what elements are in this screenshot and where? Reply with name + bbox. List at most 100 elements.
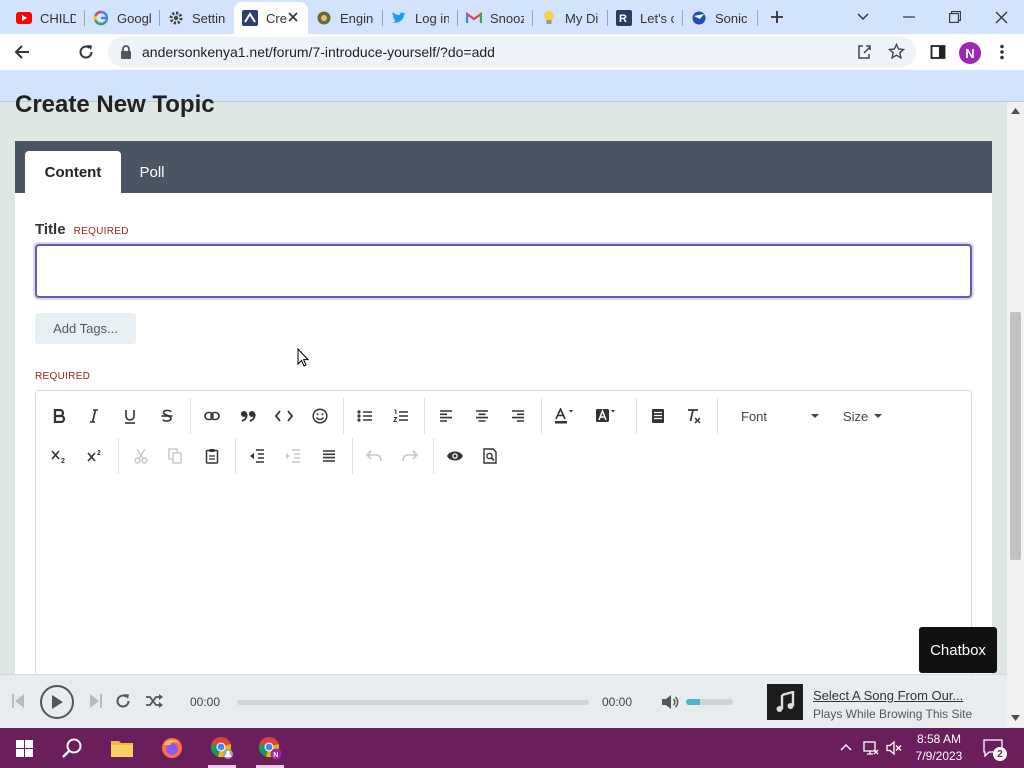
tab-title: Let's c xyxy=(640,10,674,26)
firefox-button[interactable] xyxy=(148,728,196,768)
scroll-thumb[interactable] xyxy=(1010,312,1021,560)
volume-slider[interactable] xyxy=(686,699,733,705)
next-track-button[interactable] xyxy=(90,694,102,708)
editor-toolbar-row-2: 2 2 xyxy=(36,436,971,476)
font-dropdown-label: Font xyxy=(741,408,768,424)
start-button[interactable] xyxy=(0,728,48,768)
insert-table-button[interactable] xyxy=(644,402,672,430)
tab-lets[interactable]: R Let's c xyxy=(608,4,682,32)
align-center-button[interactable] xyxy=(468,402,496,430)
scroll-up-icon[interactable] xyxy=(1011,108,1020,114)
undo-button[interactable] xyxy=(360,442,388,470)
chrome-profile-button[interactable]: N xyxy=(246,728,294,768)
song-title-link[interactable]: Select A Song From Our... xyxy=(813,688,963,703)
tab-sonic[interactable]: Sonic xyxy=(683,4,757,32)
title-input[interactable] xyxy=(35,244,972,298)
font-dropdown[interactable]: Font xyxy=(741,402,820,430)
show-hidden-icons-icon[interactable] xyxy=(840,743,852,751)
redo-button[interactable] xyxy=(396,442,424,470)
svg-text:2: 2 xyxy=(61,458,65,463)
close-tab-icon[interactable] xyxy=(286,10,300,24)
scroll-down-icon[interactable] xyxy=(1011,715,1020,721)
add-tags-button[interactable]: Add Tags... xyxy=(35,313,136,344)
album-art[interactable] xyxy=(767,684,803,720)
minimize-icon xyxy=(903,16,915,18)
tab-engine[interactable]: Engine xyxy=(308,4,382,32)
address-bar[interactable]: andersonkenya1.net/forum/7-introduce-you… xyxy=(108,37,916,67)
tab-twitter[interactable]: Log in xyxy=(383,4,457,32)
volume-button[interactable] xyxy=(661,694,679,710)
tab-gmail[interactable]: Snooz xyxy=(458,4,532,32)
bookmark-star-icon[interactable] xyxy=(888,43,905,60)
file-explorer-button[interactable] xyxy=(98,728,146,768)
justify-button[interactable] xyxy=(315,442,343,470)
tab-create-topic[interactable]: Cre xyxy=(234,2,308,34)
editor-body[interactable] xyxy=(36,479,971,679)
title-label-text: Title xyxy=(35,221,66,238)
bold-button[interactable] xyxy=(45,402,73,430)
tab-my-diary[interactable]: My Di xyxy=(533,4,607,32)
page-scrollbar[interactable] xyxy=(1007,102,1024,727)
close-window-button[interactable] xyxy=(978,0,1024,34)
preview-document-button[interactable] xyxy=(476,442,504,470)
search-button[interactable] xyxy=(48,728,96,768)
tab-content[interactable]: Content xyxy=(25,151,121,193)
strikethrough-button[interactable] xyxy=(153,402,181,430)
code-button[interactable] xyxy=(270,402,298,430)
play-button[interactable] xyxy=(40,685,74,719)
repeat-button[interactable] xyxy=(115,693,131,709)
copy-icon xyxy=(168,448,182,464)
tab-search-button[interactable] xyxy=(840,0,886,34)
back-button[interactable] xyxy=(8,38,36,66)
bulleted-list-button[interactable] xyxy=(351,402,379,430)
speaker-muted-icon[interactable] xyxy=(886,740,902,756)
subscript-button[interactable]: 2 xyxy=(45,442,73,470)
tab-child[interactable]: CHILD xyxy=(8,4,84,32)
gmail-icon xyxy=(466,10,482,26)
numbered-list-button[interactable] xyxy=(387,402,415,430)
quote-button[interactable] xyxy=(234,402,262,430)
superscript-button[interactable]: 2 xyxy=(81,442,109,470)
folder-icon xyxy=(111,741,133,757)
text-color-button[interactable] xyxy=(550,402,578,430)
background-color-button[interactable] xyxy=(592,402,620,430)
system-clock[interactable]: 8:58 AM 7/9/2023 xyxy=(906,731,972,765)
preview-button[interactable] xyxy=(441,442,469,470)
outdent-button[interactable] xyxy=(243,442,271,470)
tab-settings[interactable]: Setting xyxy=(160,4,234,32)
minimize-button[interactable] xyxy=(886,0,932,34)
paste-button[interactable] xyxy=(198,442,226,470)
copy-button[interactable] xyxy=(161,442,189,470)
align-left-button[interactable] xyxy=(432,402,460,430)
indent-button[interactable] xyxy=(279,442,307,470)
network-icon[interactable] xyxy=(863,740,879,756)
shuffle-button[interactable] xyxy=(145,694,163,708)
toolbar-separator xyxy=(636,398,637,434)
side-panel-button[interactable] xyxy=(924,38,952,66)
italic-button[interactable] xyxy=(80,402,108,430)
firefox-icon xyxy=(162,738,182,758)
previous-track-button[interactable] xyxy=(12,694,24,708)
tab-title: My Di xyxy=(565,10,599,26)
reload-button[interactable] xyxy=(72,38,100,66)
new-tab-button[interactable] xyxy=(754,0,800,34)
underline-button[interactable] xyxy=(116,402,144,430)
emoji-button[interactable] xyxy=(306,402,334,430)
align-left-icon xyxy=(440,410,452,422)
chatbox-button[interactable]: Chatbox xyxy=(919,627,997,673)
cut-button[interactable] xyxy=(127,442,155,470)
title-label: Title REQUIRED xyxy=(35,221,129,238)
profile-avatar[interactable]: N xyxy=(959,42,981,64)
play-icon xyxy=(52,695,63,709)
link-button[interactable] xyxy=(198,402,226,430)
browser-menu-button[interactable] xyxy=(988,38,1016,66)
align-right-button[interactable] xyxy=(504,402,532,430)
tab-poll[interactable]: Poll xyxy=(121,151,183,193)
clear-format-button[interactable] xyxy=(680,402,708,430)
chrome-button[interactable] xyxy=(198,728,246,768)
restore-button[interactable] xyxy=(932,0,978,34)
progress-bar[interactable] xyxy=(237,700,589,705)
size-dropdown[interactable]: Size xyxy=(843,402,883,430)
share-icon[interactable] xyxy=(856,44,872,60)
tab-google[interactable]: Googl xyxy=(85,4,159,32)
